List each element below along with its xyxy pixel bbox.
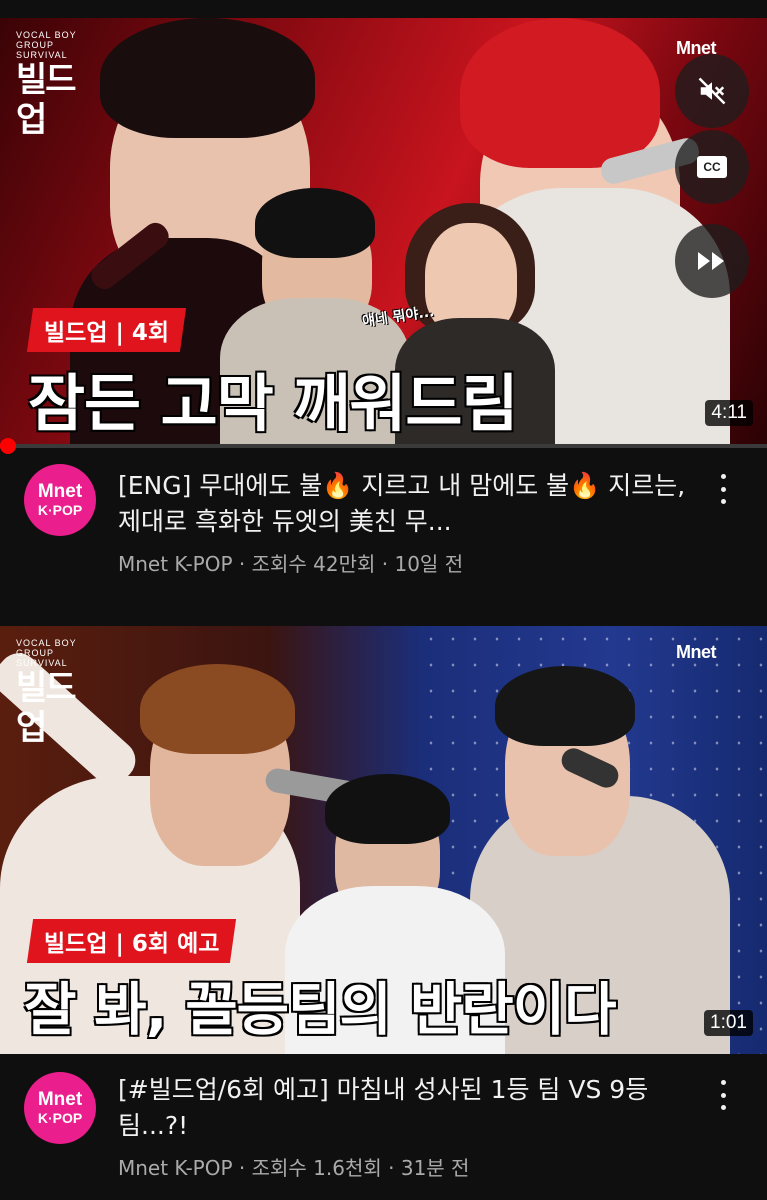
show-logo: VOCAL BOY GROUP SURVIVAL 빌드업 xyxy=(16,638,77,748)
thumbnail-hair xyxy=(460,18,660,168)
mute-button[interactable] xyxy=(675,54,749,128)
video-title[interactable]: [#빌드업/6회 예고] 마침내 성사된 1등 팀 VS 9등 팀...?! xyxy=(118,1072,688,1144)
video-title[interactable]: [ENG] 무대에도 불🔥 지르고 내 맘에도 불🔥 지르는, 제대로 흑화한 … xyxy=(118,468,688,540)
skip-forward-button[interactable] xyxy=(675,224,749,298)
channel-avatar[interactable]: Mnet K·POP xyxy=(24,464,96,536)
channel-avatar[interactable]: Mnet K·POP xyxy=(24,1072,96,1144)
captions-button[interactable]: CC xyxy=(675,130,749,204)
progress-scrubber[interactable] xyxy=(0,438,16,454)
cc-icon: CC xyxy=(697,156,727,178)
video-feed: VOCAL BOY GROUP SURVIVAL 빌드업 Mnet 얘네 뭐야.… xyxy=(0,0,767,1200)
video-thumbnail[interactable]: VOCAL BOY GROUP SURVIVAL 빌드업 Mnet 얘네 뭐야.… xyxy=(0,18,767,444)
episode-tag: 빌드업 | 6회 예고 xyxy=(26,919,237,963)
thumbnail-headline: 잘 봐, 꼴등팀의 반란이다 xyxy=(24,977,617,1043)
thumbnail-hair xyxy=(495,666,635,746)
more-options-button[interactable] xyxy=(713,474,733,504)
mnet-logo: Mnet xyxy=(676,642,717,662)
mute-icon xyxy=(698,77,726,105)
video-subtitle: Mnet K-POP · 조회수 42만회 · 10일 전 xyxy=(118,552,464,576)
thumbnail-hair xyxy=(325,774,450,844)
show-logo: VOCAL BOY GROUP SURVIVAL 빌드업 xyxy=(16,30,77,140)
more-options-button[interactable] xyxy=(713,1080,733,1110)
thumbnail-headline: 잠든 고막 깨워드림 xyxy=(28,367,518,440)
video-duration: 1:01 xyxy=(704,1010,753,1036)
video-duration: 4:11 xyxy=(705,400,753,426)
thumbnail-hair xyxy=(255,188,375,258)
playback-progress-bar[interactable] xyxy=(0,444,767,448)
video-subtitle: Mnet K-POP · 조회수 1.6천회 · 31분 전 xyxy=(118,1156,470,1180)
thumbnail-hair xyxy=(100,18,315,138)
episode-tag: 빌드업 | 4회 xyxy=(26,308,187,352)
video-thumbnail[interactable]: VOCAL BOY GROUP SURVIVAL 빌드업 Mnet 빌드업 | … xyxy=(0,626,767,1054)
thumbnail-hair xyxy=(140,664,295,754)
fast-forward-icon xyxy=(698,252,724,270)
